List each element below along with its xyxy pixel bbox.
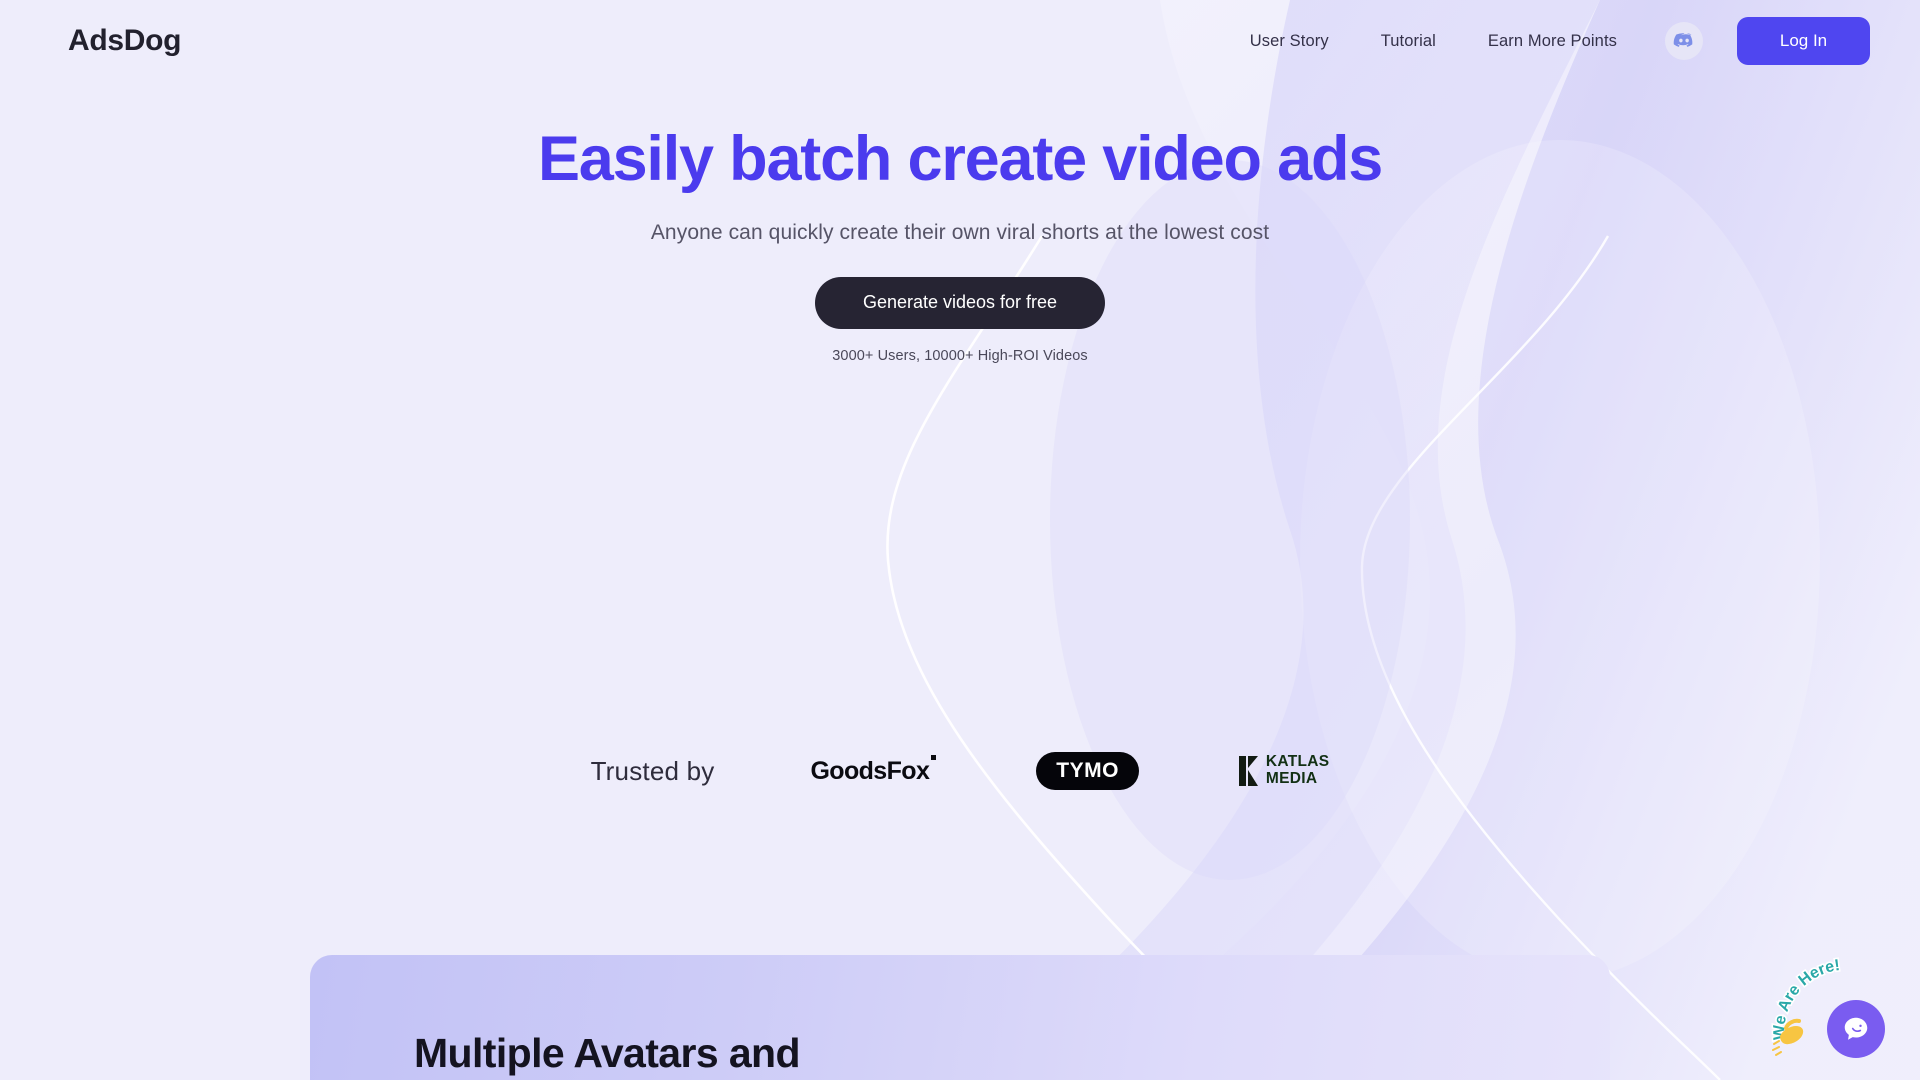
partner-logo-goodsfox: GoodsFox xyxy=(810,755,937,786)
landing-page: AdsDog User Story Tutorial Earn More Poi… xyxy=(0,0,1920,1080)
brand-logo[interactable]: AdsDog xyxy=(68,24,182,58)
chat-widget: We Are Here! xyxy=(1768,940,1898,1070)
page-title: Easily batch create video ads xyxy=(537,124,1383,194)
goodsfox-mark-icon xyxy=(931,755,937,761)
katlas-k-mark-icon xyxy=(1238,756,1258,786)
cta-wrapper: Generate videos for free xyxy=(0,276,1920,329)
hero-subtitle: Anyone can quickly create their own vira… xyxy=(650,220,1270,244)
trusted-by-section: Trusted by GoodsFox TYMO KATLAS MEDIA xyxy=(0,752,1920,790)
tymo-logo-text: TYMO xyxy=(1056,759,1119,782)
login-button[interactable]: Log In xyxy=(1737,17,1870,65)
partner-logo-katlas-media: KATLAS MEDIA xyxy=(1238,753,1330,787)
social-proof-text: 3000+ Users, 10000+ High-ROI Videos xyxy=(832,347,1088,364)
partner-logo-tymo: TYMO xyxy=(1036,752,1139,790)
nav-link-earn-more-points[interactable]: Earn More Points xyxy=(1462,32,1643,51)
feature-card-title: Multiple Avatars and xyxy=(414,1030,801,1076)
chat-widget-decoration: We Are Here! xyxy=(1770,955,1843,1056)
trusted-by-label: Trusted by xyxy=(590,755,715,786)
katlas-line-1: KATLAS xyxy=(1265,753,1330,771)
nav-link-tutorial[interactable]: Tutorial xyxy=(1355,32,1462,51)
nav-links: User Story Tutorial Earn More Points xyxy=(1224,32,1643,51)
discord-icon xyxy=(1673,33,1693,47)
chat-bubble-smile-icon xyxy=(1844,1017,1868,1040)
feature-card: Multiple Avatars and xyxy=(310,955,1610,1080)
tymo-pill: TYMO xyxy=(1036,752,1139,790)
nav-link-user-story[interactable]: User Story xyxy=(1224,32,1355,51)
goodsfox-logo-text: GoodsFox xyxy=(810,756,930,785)
discord-button[interactable] xyxy=(1665,22,1703,60)
open-chat-button[interactable] xyxy=(1827,1000,1885,1058)
top-navigation-bar: AdsDog User Story Tutorial Earn More Poi… xyxy=(0,0,1920,82)
katlas-line-2: MEDIA xyxy=(1265,770,1318,787)
generate-videos-button[interactable]: Generate videos for free xyxy=(814,276,1106,329)
